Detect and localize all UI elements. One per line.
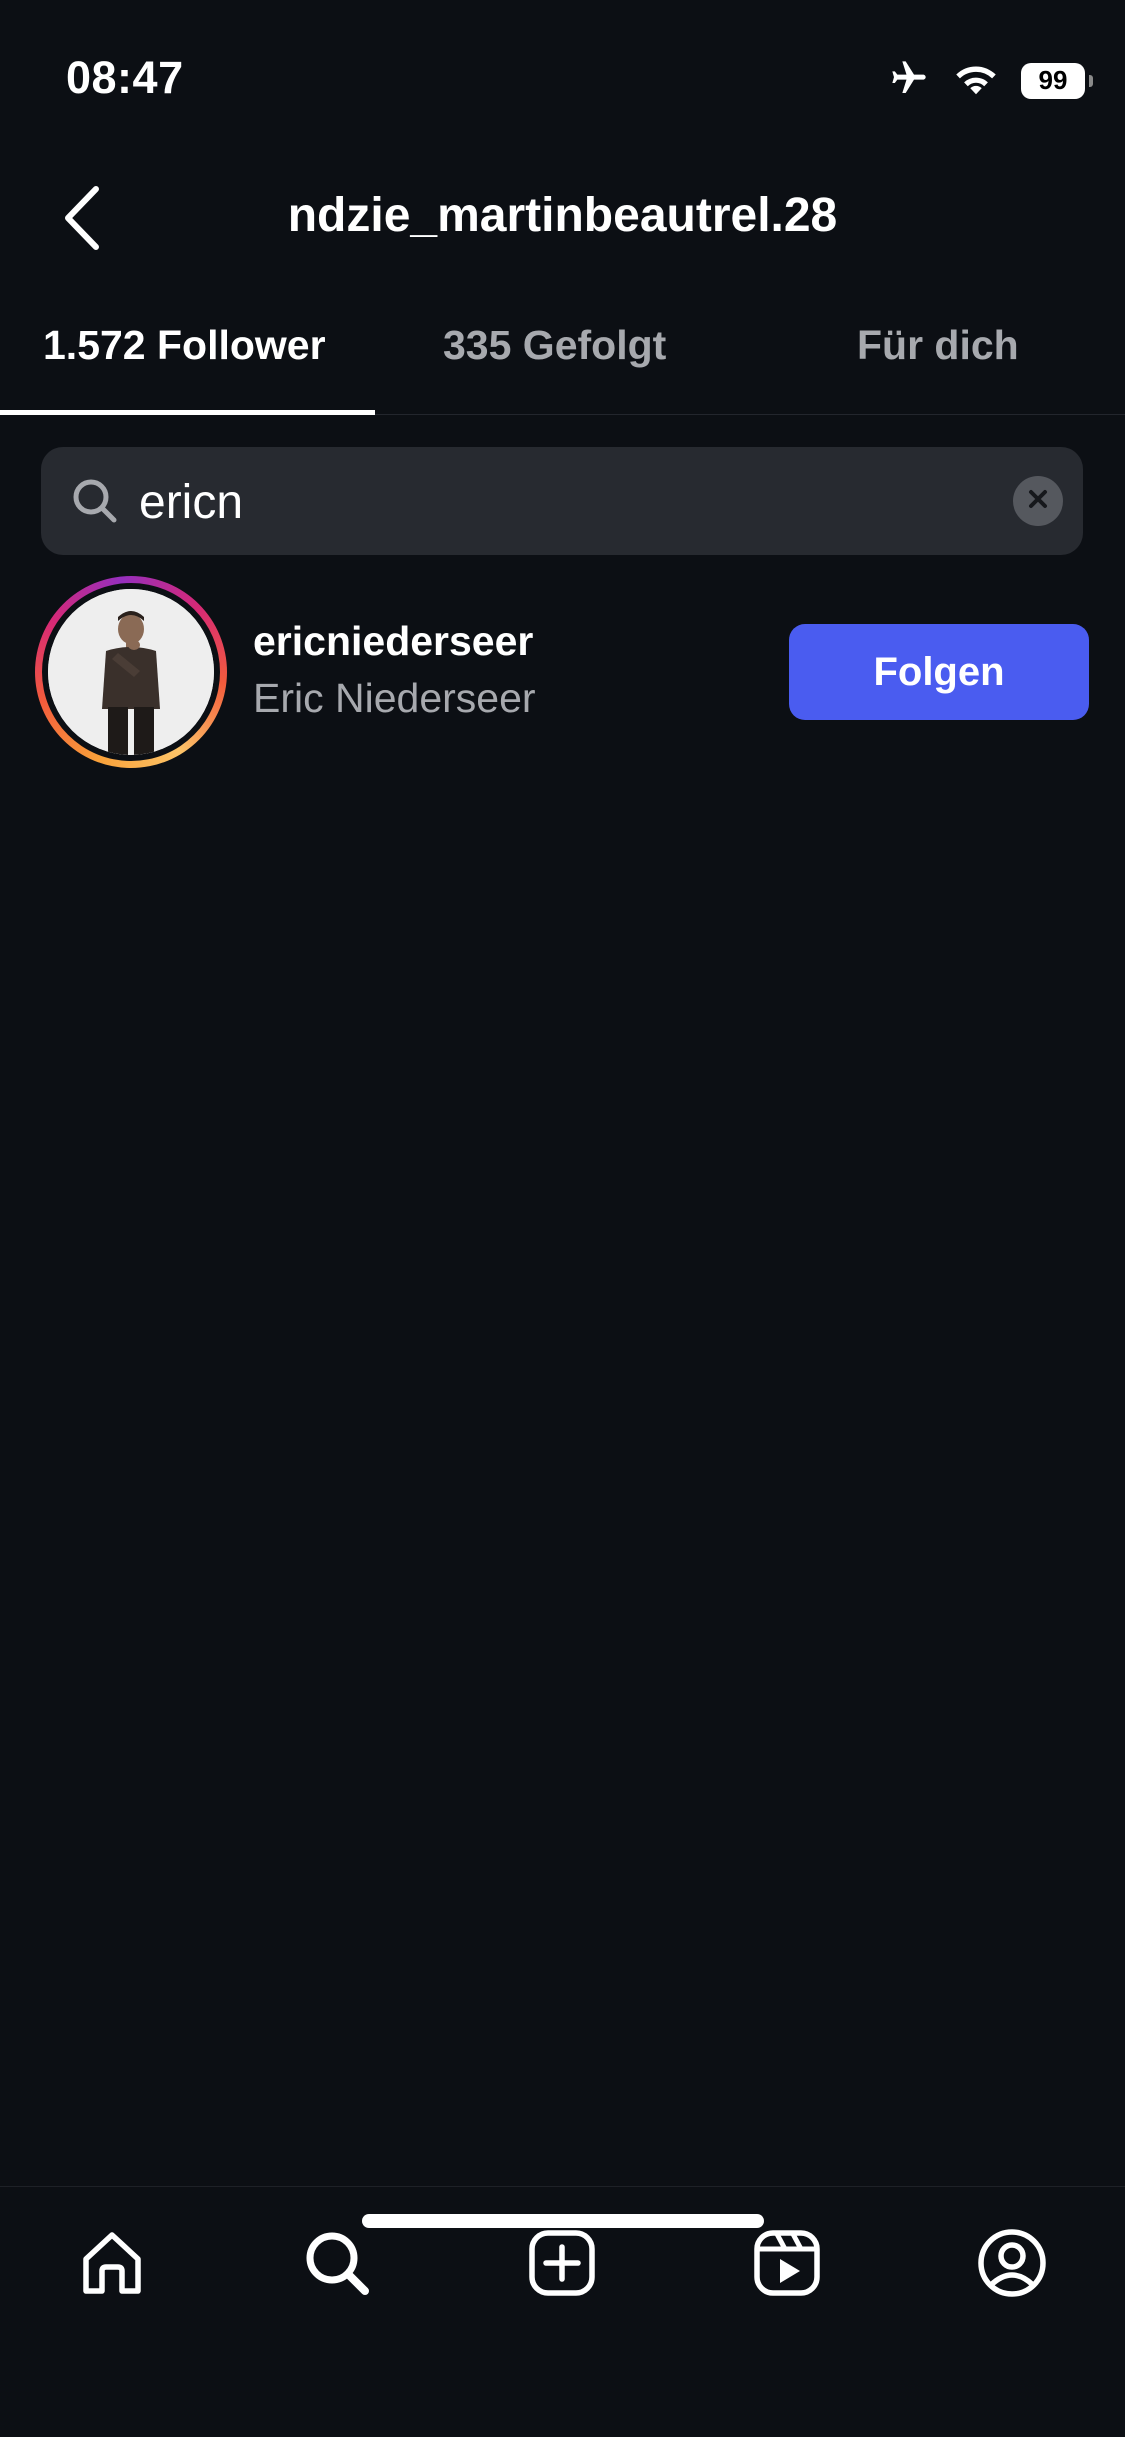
- search-bar: [41, 447, 1083, 555]
- page-title: ndzie_martinbeautrel.28: [287, 189, 838, 242]
- home-icon: [76, 2227, 148, 2304]
- search-input[interactable]: [137, 461, 1021, 543]
- avatar-frame: [42, 583, 220, 761]
- tab-for-you[interactable]: Für dich: [857, 322, 1019, 369]
- status-icons: 99: [887, 58, 1093, 103]
- battery-icon: 99: [1021, 62, 1093, 99]
- follow-button[interactable]: Folgen: [789, 624, 1089, 720]
- reels-icon: [751, 2227, 823, 2304]
- story-ring[interactable]: [35, 576, 227, 768]
- create-icon: [526, 2227, 598, 2304]
- nav-profile[interactable]: [972, 2225, 1052, 2305]
- search-icon: [69, 475, 121, 527]
- clear-icon: [1026, 487, 1050, 516]
- nav-home[interactable]: [72, 2225, 152, 2305]
- nav-reels[interactable]: [747, 2225, 827, 2305]
- username[interactable]: ericniederseer: [253, 618, 533, 665]
- clear-search-button[interactable]: [1013, 476, 1063, 526]
- list-item[interactable]: ericniederseer Eric Niederseer Folgen: [0, 572, 1125, 772]
- airplane-icon: [887, 58, 931, 103]
- tab-followers[interactable]: 1.572 Follower: [43, 322, 326, 369]
- full-name: Eric Niederseer: [253, 675, 536, 721]
- search-icon: [301, 2227, 373, 2304]
- nav-search[interactable]: [297, 2225, 377, 2305]
- tab-following[interactable]: 335 Gefolgt: [443, 322, 666, 369]
- status-time: 08:47: [66, 52, 184, 103]
- home-indicator: [362, 2214, 764, 2228]
- avatar: [48, 589, 214, 755]
- active-tab-indicator: [0, 410, 375, 415]
- header: ndzie_martinbeautrel.28: [0, 160, 1125, 275]
- profile-icon: [976, 2227, 1048, 2304]
- wifi-icon: [953, 60, 999, 101]
- status-bar: 08:47 99: [0, 0, 1125, 160]
- tab-bar: 1.572 Follower 335 Gefolgt Für dich: [0, 280, 1125, 415]
- nav-create[interactable]: [522, 2225, 602, 2305]
